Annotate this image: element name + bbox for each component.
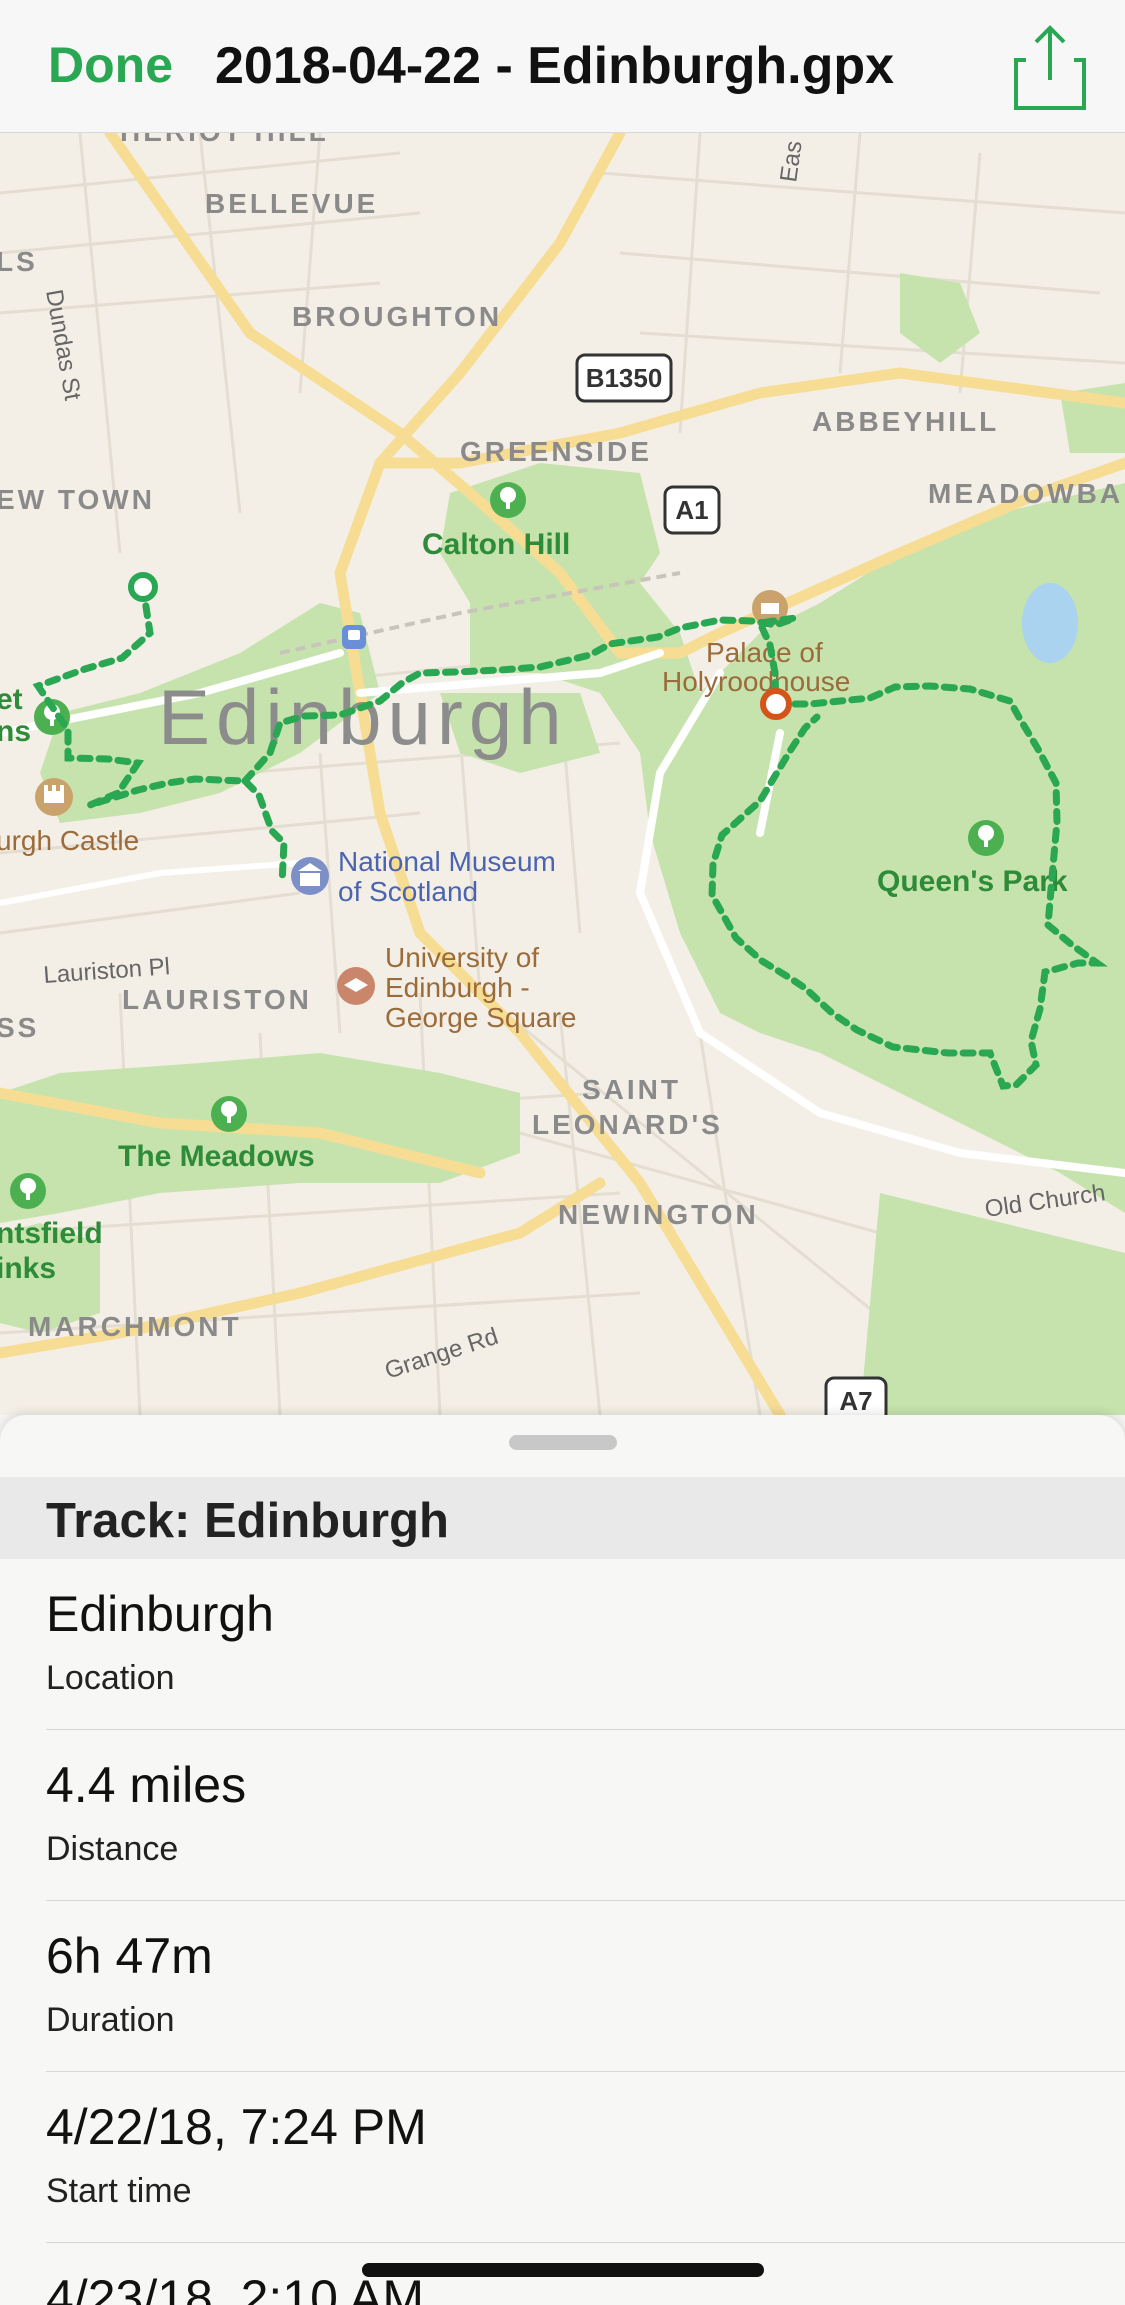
meadows-park-icon: [211, 1096, 247, 1132]
map-label-et: et: [0, 683, 23, 716]
map-label-holyroodhouse: Holyroodhouse: [662, 666, 850, 697]
map-label-city: Edinburgh: [158, 673, 568, 761]
detail-row-location: Edinburgh Location: [46, 1559, 1125, 1730]
map-label-marchmont: MARCHMONT: [28, 1311, 242, 1342]
duration-label: Duration: [46, 2001, 175, 2039]
navigation-bar: Done 2018-04-22 - Edinburgh.gpx: [0, 0, 1125, 133]
map-label-leonards: LEONARD'S: [532, 1109, 723, 1140]
track-details-list: Edinburgh Location 4.4 miles Distance 6h…: [0, 1559, 1125, 2305]
svg-text:A1: A1: [675, 495, 708, 525]
museum-icon: [291, 857, 329, 895]
location-label: Location: [46, 1659, 175, 1697]
map-label-museum-2: of Scotland: [338, 876, 478, 907]
road-shield-a1: A1: [663, 485, 721, 535]
distance-label: Distance: [46, 1830, 179, 1868]
map-label-bruntsfield: ntsfield: [0, 1217, 103, 1250]
map-label-saint: SAINT: [582, 1074, 681, 1105]
distance-value: 4.4 miles: [46, 1757, 247, 1813]
map-label-palace: Palace of: [706, 637, 823, 668]
map-label-ls: LS: [0, 246, 38, 277]
duration-value: 6h 47m: [46, 1928, 213, 1984]
map-label-ss: SS: [0, 1012, 39, 1043]
map-label-castle: urgh Castle: [0, 825, 139, 856]
map-label-museum-1: National Museum: [338, 846, 556, 877]
university-icon: [337, 967, 375, 1005]
map-view[interactable]: HERIOT HILL BELLEVUE BROUGHTON GREENSIDE…: [0, 133, 1125, 1415]
map-label-university-3: George Square: [385, 1002, 576, 1033]
map-label-broughton: BROUGHTON: [292, 301, 502, 332]
map-label-meadows: The Meadows: [118, 1140, 315, 1173]
track-end-marker: [760, 688, 792, 720]
location-value: Edinburgh: [46, 1586, 274, 1642]
sheet-grabber-handle[interactable]: [509, 1435, 617, 1450]
share-icon: [1014, 25, 1086, 110]
map-label-east: Eas: [775, 139, 807, 184]
queens-park-icon: [968, 820, 1004, 856]
track-section-header: Track: Edinburgh: [0, 1477, 1125, 1559]
road-shield-b1350: B1350: [575, 353, 673, 403]
castle-icon: [35, 778, 73, 816]
map-label-bellevue: BELLEVUE: [205, 188, 378, 219]
detail-row-distance: 4.4 miles Distance: [46, 1730, 1125, 1901]
map-label-meadowbank: MEADOWBA: [928, 478, 1123, 509]
map-label-ns: ns: [0, 715, 31, 748]
map-label-new-town: EW TOWN: [0, 484, 155, 515]
train-station-icon: [342, 625, 366, 649]
map-label-newington: NEWINGTON: [558, 1199, 759, 1230]
start-time-value: 4/22/18, 7:24 PM: [46, 2099, 427, 2155]
track-section-title: Track: Edinburgh: [46, 1494, 449, 1548]
detail-row-start-time: 4/22/18, 7:24 PM Start time: [46, 2072, 1125, 2243]
detail-row-duration: 6h 47m Duration: [46, 1901, 1125, 2072]
map-label-university-1: University of: [385, 942, 539, 973]
map-label-queens-park: Queen's Park: [877, 865, 1068, 898]
calton-hill-park-icon: [490, 482, 526, 518]
map-label-greenside: GREENSIDE: [460, 436, 652, 467]
track-details-sheet[interactable]: Track: Edinburgh Edinburgh Location 4.4 …: [0, 1415, 1125, 2305]
bruntsfield-park-icon: [10, 1173, 46, 1209]
done-button[interactable]: Done: [48, 36, 173, 94]
map-label-university-2: Edinburgh -: [385, 972, 530, 1003]
page-title: 2018-04-22 - Edinburgh.gpx: [215, 37, 895, 95]
road-shield-a7: A7: [824, 1376, 888, 1415]
start-time-label: Start time: [46, 2172, 192, 2210]
track-start-marker: [128, 572, 158, 602]
map-label-calton-hill: Calton Hill: [422, 528, 570, 561]
svg-text:B1350: B1350: [586, 363, 663, 393]
map-label-links: inks: [0, 1252, 56, 1285]
svg-text:A7: A7: [839, 1386, 872, 1415]
map-label-heriot-hill: HERIOT HILL: [120, 133, 329, 147]
map-label-lauriston: LAURISTON: [122, 984, 312, 1015]
home-indicator[interactable]: [362, 2263, 764, 2277]
share-button[interactable]: [1012, 22, 1088, 112]
map-label-abbeyhill: ABBEYHILL: [812, 406, 999, 437]
